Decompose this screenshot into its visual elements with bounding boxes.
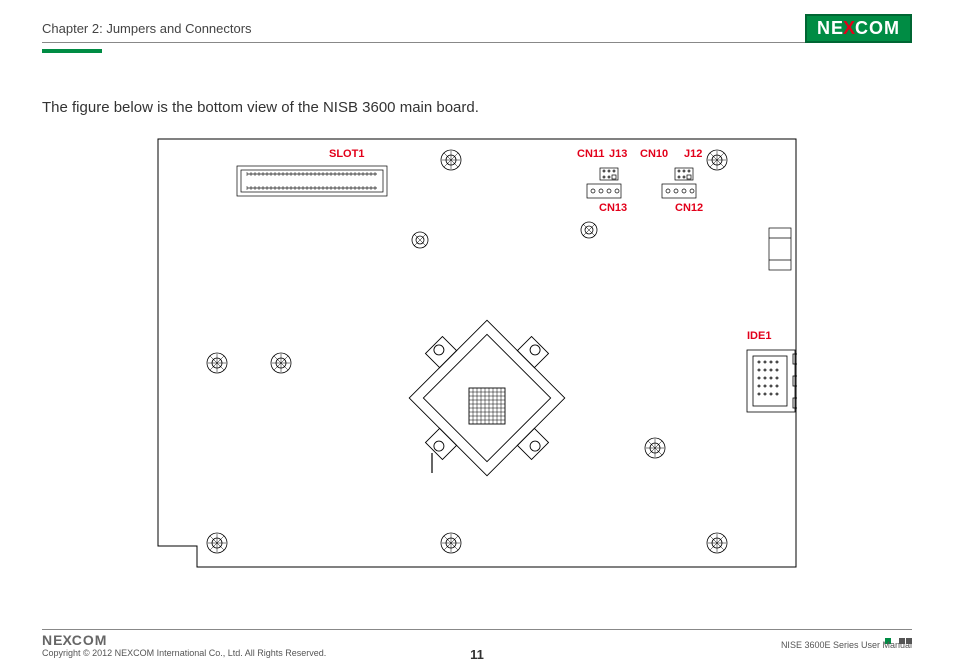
header-accent-bar bbox=[42, 49, 102, 53]
label-cn11: CN11 bbox=[577, 148, 605, 160]
footer-divider bbox=[42, 629, 912, 630]
label-ide1: IDE1 bbox=[747, 330, 771, 342]
footer-logo-pre: NE bbox=[42, 632, 63, 648]
board-figure: SLOT1 CN11 J13 CN10 J12 CN13 CN12 IDE1 bbox=[157, 138, 797, 568]
label-slot1: SLOT1 bbox=[329, 148, 364, 160]
label-j12: J12 bbox=[684, 148, 702, 160]
chapter-title: Chapter 2: Jumpers and Connectors bbox=[42, 21, 252, 36]
footer-logo: NEXCOM bbox=[42, 632, 326, 648]
logo-pre: NE bbox=[817, 18, 844, 39]
nexcom-logo: NEXCOM bbox=[805, 14, 912, 43]
page-number: 11 bbox=[470, 647, 484, 662]
intro-text: The figure below is the bottom view of t… bbox=[42, 99, 912, 116]
label-cn10: CN10 bbox=[640, 148, 668, 160]
page-header: Chapter 2: Jumpers and Connectors NEXCOM bbox=[42, 16, 912, 40]
label-cn12: CN12 bbox=[675, 202, 703, 214]
copyright-text: Copyright © 2012 NEXCOM International Co… bbox=[42, 648, 326, 658]
footer-logo-post: COM bbox=[72, 632, 108, 648]
logo-post: COM bbox=[855, 18, 900, 39]
header-divider bbox=[42, 42, 912, 43]
manual-title: NISE 3600E Series User Manual bbox=[781, 640, 912, 650]
label-cn13: CN13 bbox=[599, 202, 627, 214]
label-j13: J13 bbox=[609, 148, 627, 160]
